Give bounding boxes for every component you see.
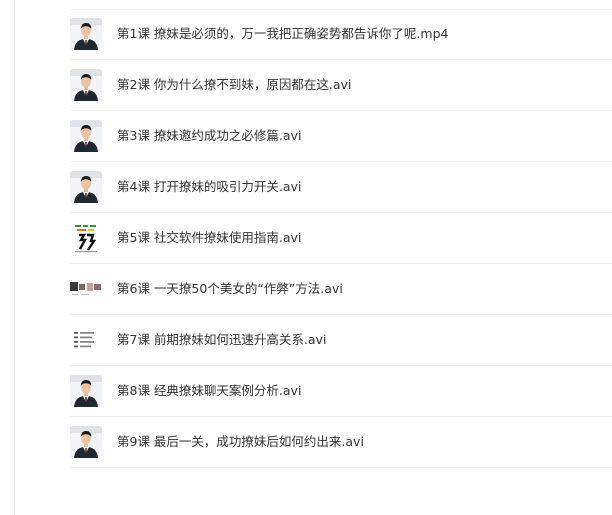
file-name[interactable]: 第2课 你为什么撩不到妹，原因都在这.avi	[117, 60, 351, 110]
file-name[interactable]: 第9课 最后一关，成功撩妹后如何约出来.avi	[117, 417, 364, 467]
file-name[interactable]: 第4课 打开撩妹的吸引力开关.avi	[117, 162, 301, 212]
video-thumbnail	[70, 426, 102, 458]
video-thumbnail	[70, 18, 102, 50]
file-list: 第1课 撩妹是必须的，万一我把正确姿势都告诉你了呢.mp4 第2课 你为什么撩不…	[0, 9, 612, 468]
file-list-page: 第1课 撩妹是必须的，万一我把正确姿势都告诉你了呢.mp4 第2课 你为什么撩不…	[0, 0, 612, 515]
file-row[interactable]: 第2课 你为什么撩不到妹，原因都在这.avi	[70, 60, 612, 111]
video-thumbnail	[70, 69, 102, 101]
video-thumbnail	[70, 375, 102, 407]
file-row[interactable]: 第1课 撩妹是必须的，万一我把正确姿势都告诉你了呢.mp4	[70, 9, 612, 60]
file-row[interactable]: 第6课 一天撩50个美女的“作弊”方法.avi	[70, 264, 612, 315]
file-name[interactable]: 第8课 经典撩妹聊天案例分析.avi	[117, 366, 301, 416]
file-name[interactable]: 第1课 撩妹是必须的，万一我把正确姿势都告诉你了呢.mp4	[117, 9, 448, 59]
file-row[interactable]: 第5课 社交软件撩妹使用指南.avi	[70, 213, 612, 264]
video-thumbnail	[70, 171, 102, 203]
file-name[interactable]: 第7课 前期撩妹如何迅速升高关系.avi	[117, 315, 326, 365]
file-row[interactable]: 第8课 经典撩妹聊天案例分析.avi	[70, 366, 612, 417]
file-name[interactable]: 第5课 社交软件撩妹使用指南.avi	[117, 213, 301, 263]
file-row[interactable]: 第4课 打开撩妹的吸引力开关.avi	[70, 162, 612, 213]
file-row[interactable]: 第9课 最后一关，成功撩妹后如何约出来.avi	[70, 417, 612, 468]
file-row[interactable]: 第3课 撩妹邀约成功之必修篇.avi	[70, 111, 612, 162]
video-thumbnail	[70, 273, 102, 305]
file-name[interactable]: 第3课 撩妹邀约成功之必修篇.avi	[117, 111, 301, 161]
file-name[interactable]: 第6课 一天撩50个美女的“作弊”方法.avi	[117, 264, 343, 314]
file-row[interactable]: 第7课 前期撩妹如何迅速升高关系.avi	[70, 315, 612, 366]
video-thumbnail	[70, 324, 102, 356]
video-thumbnail	[70, 120, 102, 152]
video-thumbnail	[70, 222, 102, 254]
